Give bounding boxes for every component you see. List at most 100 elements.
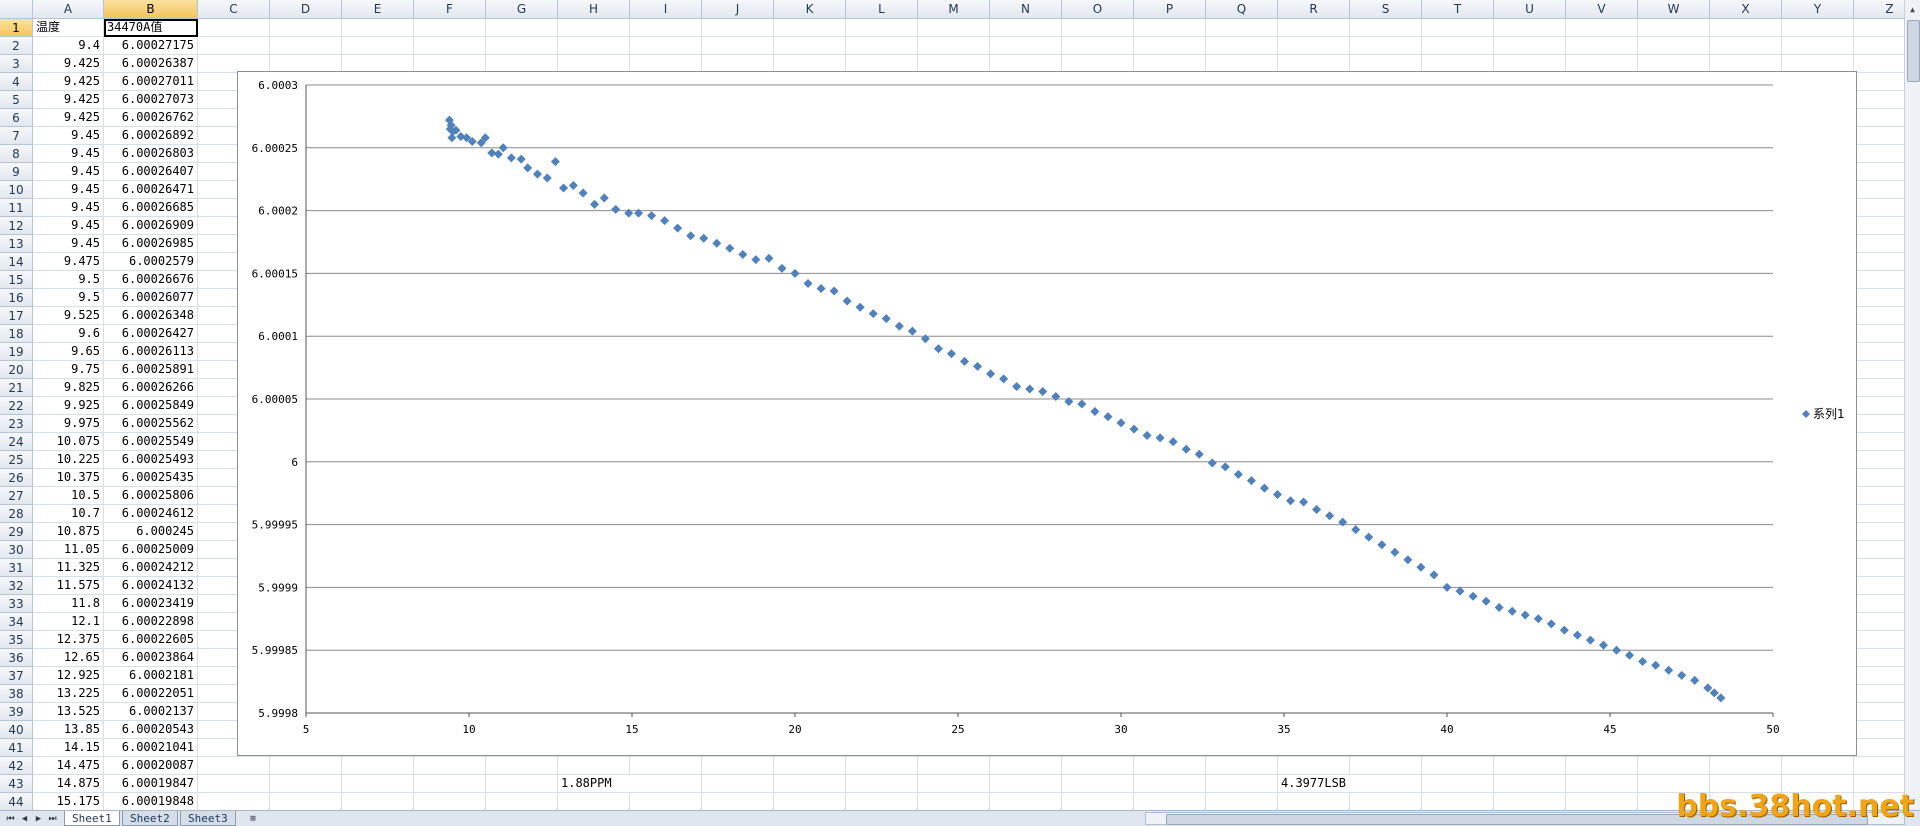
cell-p1[interactable] — [1134, 19, 1206, 37]
cell-r42[interactable] — [1278, 757, 1350, 775]
cell-f1[interactable] — [414, 19, 486, 37]
row-header-18[interactable]: 18 — [0, 325, 33, 343]
column-header-f[interactable]: F — [414, 0, 486, 19]
cell-a44[interactable]: 15.175 — [33, 793, 104, 810]
cell-c42[interactable] — [198, 757, 270, 775]
cell-b14[interactable]: 6.0002579 — [104, 253, 198, 271]
cell-b4[interactable]: 6.00027011 — [104, 73, 198, 91]
row-header-33[interactable]: 33 — [0, 595, 33, 613]
cell-m43[interactable] — [918, 775, 990, 793]
column-header-k[interactable]: K — [774, 0, 846, 19]
scroll-up-icon[interactable]: ▲ — [1906, 2, 1919, 16]
row-header-35[interactable]: 35 — [0, 631, 33, 649]
cell-z2[interactable] — [1854, 37, 1904, 55]
cell-z20[interactable] — [1854, 361, 1904, 379]
cell-a9[interactable]: 9.45 — [33, 163, 104, 181]
row-header-38[interactable]: 38 — [0, 685, 33, 703]
cell-a18[interactable]: 9.6 — [33, 325, 104, 343]
cell-p42[interactable] — [1134, 757, 1206, 775]
prev-sheet-icon[interactable]: ◀ — [18, 811, 31, 826]
scatter-chart[interactable]: 6.0003 6.00025 6.0002 6.00015 6.0001 6.00005 6… — [237, 71, 1857, 756]
cell-n1[interactable] — [990, 19, 1062, 37]
cell-w2[interactable] — [1638, 37, 1710, 55]
cell-b1[interactable]: 34470A值 — [104, 19, 198, 37]
cell-a26[interactable]: 10.375 — [33, 469, 104, 487]
cell-b15[interactable]: 6.00026676 — [104, 271, 198, 289]
cell-k2[interactable] — [774, 37, 846, 55]
row-header-28[interactable]: 28 — [0, 505, 33, 523]
cell-n42[interactable] — [990, 757, 1062, 775]
cell-a22[interactable]: 9.925 — [33, 397, 104, 415]
row-header-2[interactable]: 2 — [0, 37, 33, 55]
cell-b32[interactable]: 6.00024132 — [104, 577, 198, 595]
cell-m42[interactable] — [918, 757, 990, 775]
cell-c1[interactable] — [198, 19, 270, 37]
cell-z13[interactable] — [1854, 235, 1904, 253]
cell-a5[interactable]: 9.425 — [33, 91, 104, 109]
cell-b11[interactable]: 6.00026685 — [104, 199, 198, 217]
cell-z34[interactable] — [1854, 613, 1904, 631]
row-header-23[interactable]: 23 — [0, 415, 33, 433]
cell-b23[interactable]: 6.00025562 — [104, 415, 198, 433]
cell-z38[interactable] — [1854, 685, 1904, 703]
cell-z25[interactable] — [1854, 451, 1904, 469]
cell-z32[interactable] — [1854, 577, 1904, 595]
cell-z1[interactable] — [1854, 19, 1904, 37]
cell-q1[interactable] — [1206, 19, 1278, 37]
cell-s44[interactable] — [1350, 793, 1422, 810]
cell-u42[interactable] — [1494, 757, 1566, 775]
row-header-37[interactable]: 37 — [0, 667, 33, 685]
cell-a24[interactable]: 10.075 — [33, 433, 104, 451]
row-header-7[interactable]: 7 — [0, 127, 33, 145]
column-header-i[interactable]: I — [630, 0, 702, 19]
cell-a32[interactable]: 11.575 — [33, 577, 104, 595]
row-header-29[interactable]: 29 — [0, 523, 33, 541]
cell-z42[interactable] — [1854, 757, 1904, 775]
cell-g43[interactable] — [486, 775, 558, 793]
row-header-4[interactable]: 4 — [0, 73, 33, 91]
cell-n44[interactable] — [990, 793, 1062, 810]
cell-e2[interactable] — [342, 37, 414, 55]
first-sheet-icon[interactable]: ⏮ — [4, 811, 17, 826]
cell-z11[interactable] — [1854, 199, 1904, 217]
column-header-a[interactable]: A — [33, 0, 104, 19]
cell-a28[interactable]: 10.7 — [33, 505, 104, 523]
row-header-13[interactable]: 13 — [0, 235, 33, 253]
cell-g44[interactable] — [486, 793, 558, 810]
cell-z26[interactable] — [1854, 469, 1904, 487]
row-header-9[interactable]: 9 — [0, 163, 33, 181]
cell-b20[interactable]: 6.00025891 — [104, 361, 198, 379]
cell-b36[interactable]: 6.00023864 — [104, 649, 198, 667]
cell-z29[interactable] — [1854, 523, 1904, 541]
cell-l44[interactable] — [846, 793, 918, 810]
cell-j1[interactable] — [702, 19, 774, 37]
cell-b43[interactable]: 6.00019847 — [104, 775, 198, 793]
cell-b42[interactable]: 6.00020087 — [104, 757, 198, 775]
cell-a13[interactable]: 9.45 — [33, 235, 104, 253]
row-header-14[interactable]: 14 — [0, 253, 33, 271]
cell-q44[interactable] — [1206, 793, 1278, 810]
cell-a35[interactable]: 12.375 — [33, 631, 104, 649]
cell-u1[interactable] — [1494, 19, 1566, 37]
row-header-43[interactable]: 43 — [0, 775, 33, 793]
cell-u2[interactable] — [1494, 37, 1566, 55]
cell-z41[interactable] — [1854, 739, 1904, 757]
row-header-17[interactable]: 17 — [0, 307, 33, 325]
column-header-n[interactable]: N — [990, 0, 1062, 19]
cell-b44[interactable]: 6.00019848 — [104, 793, 198, 810]
cell-a1[interactable]: 温度 — [33, 19, 104, 37]
cell-a2[interactable]: 9.4 — [33, 37, 104, 55]
cell-z31[interactable] — [1854, 559, 1904, 577]
row-header-34[interactable]: 34 — [0, 613, 33, 631]
cell-a36[interactable]: 12.65 — [33, 649, 104, 667]
cell-a14[interactable]: 9.475 — [33, 253, 104, 271]
row-header-3[interactable]: 3 — [0, 55, 33, 73]
column-header-r[interactable]: R — [1278, 0, 1350, 19]
cell-i1[interactable] — [630, 19, 702, 37]
row-header-42[interactable]: 42 — [0, 757, 33, 775]
cell-z28[interactable] — [1854, 505, 1904, 523]
cell-k43[interactable] — [774, 775, 846, 793]
cell-u43[interactable] — [1494, 775, 1566, 793]
cell-l2[interactable] — [846, 37, 918, 55]
cell-j43[interactable] — [702, 775, 774, 793]
